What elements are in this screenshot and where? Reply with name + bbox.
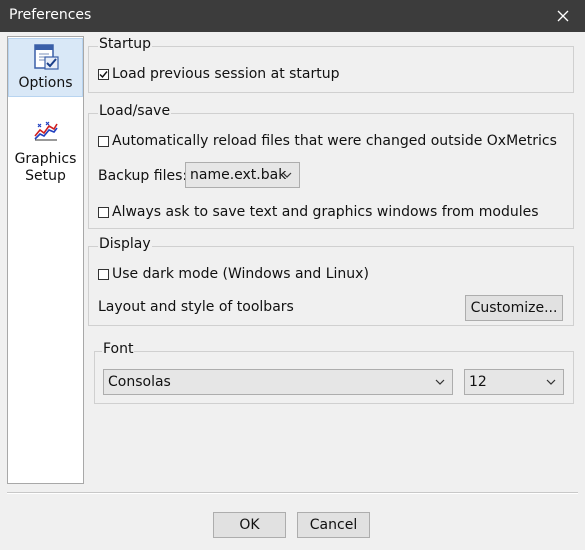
sidebar-item-options-label: Options (18, 75, 73, 91)
checkbox-box[interactable] (98, 268, 109, 280)
font-group-title: Font (102, 341, 135, 357)
title-bar: Preferences (0, 0, 585, 32)
font-family-value: Consolas (108, 374, 171, 390)
dark-mode-checkbox[interactable]: Use dark mode (Windows and Linux) (98, 266, 369, 282)
checkbox-box[interactable] (98, 135, 109, 147)
check-icon (99, 70, 108, 78)
sidebar-item-options[interactable]: Options (8, 38, 83, 97)
startup-group: Startup Load previous session at startup (88, 36, 574, 93)
loadsave-group-title: Load/save (98, 103, 172, 119)
chevron-down-icon (282, 172, 292, 178)
category-sidebar: Options Graphics Setup (7, 36, 84, 484)
backup-files-label: Backup files: (98, 168, 188, 184)
footer-separator (7, 492, 578, 494)
font-size-select[interactable]: 12 (464, 369, 564, 395)
close-icon (557, 10, 569, 22)
toolbars-label: Layout and style of toolbars (98, 299, 294, 315)
always-ask-save-label: Always ask to save text and graphics win… (112, 204, 539, 220)
checkbox-box[interactable] (98, 206, 109, 218)
window-title: Preferences (9, 7, 92, 23)
startup-group-title: Startup (98, 36, 152, 52)
dark-mode-label: Use dark mode (Windows and Linux) (112, 266, 369, 282)
checkbox-box[interactable] (98, 68, 109, 80)
auto-reload-label: Automatically reload files that were cha… (112, 133, 557, 149)
customize-button[interactable]: Customize... (465, 295, 563, 321)
load-previous-session-label: Load previous session at startup (112, 66, 340, 82)
loadsave-group: Load/save Automatically reload files tha… (88, 103, 574, 229)
chevron-down-icon (546, 379, 556, 385)
sidebar-item-graphics-label-line1: Graphics (14, 151, 77, 167)
always-ask-save-checkbox[interactable]: Always ask to save text and graphics win… (98, 204, 539, 220)
backup-files-value: name.ext.bak (190, 167, 287, 183)
chevron-down-icon (435, 379, 445, 385)
ok-button[interactable]: OK (213, 512, 286, 538)
close-button[interactable] (541, 0, 585, 32)
load-previous-session-checkbox[interactable]: Load previous session at startup (98, 66, 340, 82)
backup-files-select[interactable]: name.ext.bak (185, 162, 300, 188)
font-size-value: 12 (469, 374, 487, 390)
display-group-title: Display (98, 236, 152, 252)
font-group: Font Consolas 12 (94, 341, 574, 404)
font-family-select[interactable]: Consolas (103, 369, 453, 395)
graphics-chart-icon (33, 121, 58, 141)
sidebar-item-graphics-label-line2: Setup (25, 168, 66, 184)
display-group: Display Use dark mode (Windows and Linux… (88, 236, 574, 326)
sidebar-item-graphics-setup[interactable]: Graphics Setup (8, 116, 83, 196)
options-document-icon (33, 44, 59, 70)
cancel-button[interactable]: Cancel (297, 512, 370, 538)
auto-reload-checkbox[interactable]: Automatically reload files that were cha… (98, 133, 557, 149)
